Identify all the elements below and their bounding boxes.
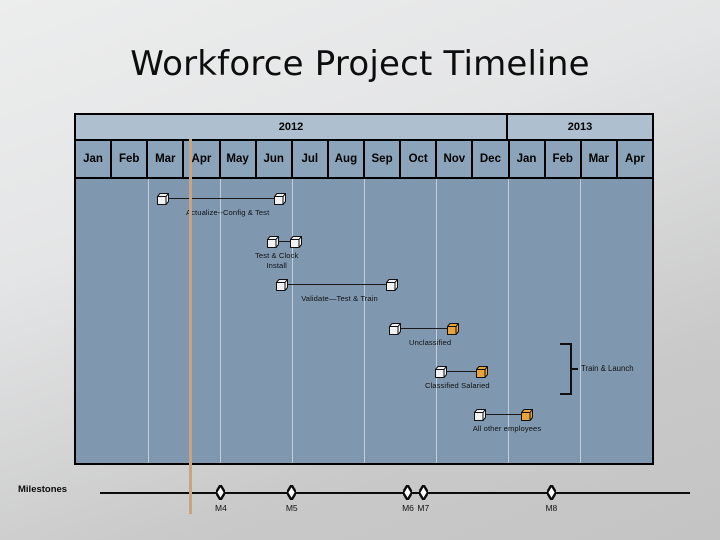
task-label: Test & Clock Install [255,251,299,270]
month-label: Feb [118,153,140,165]
gantt-task-bar[interactable] [435,365,488,379]
month-label: Apr [191,153,212,165]
task-start-cube-icon [389,323,402,335]
month-header-cell: Dec [473,141,510,179]
gridline [220,179,221,463]
task-label: Classified Salaried [424,381,490,390]
milestone-diamond-icon[interactable] [418,485,428,500]
task-start-cube-icon [266,236,279,248]
month-header-cell: Jan [76,141,113,179]
year-label: 2012 [278,121,304,133]
task-label: Unclassified [409,338,452,347]
month-header-cell: Jul [292,141,329,179]
gantt-task-bar[interactable] [275,278,398,292]
year-header-cell: 2012 [76,115,508,141]
year-header-cell: 2013 [508,115,652,141]
task-start-cube-icon [435,366,448,378]
milestone-label: M5 [285,503,298,513]
milestone-label: M4 [215,503,227,513]
month-label: May [226,153,249,165]
bracket-arm-top [560,343,572,345]
year-label: 2013 [567,121,593,133]
month-header-cell: Feb [545,141,582,179]
task-bar-connector [164,198,279,199]
task-label: All other employees [472,424,542,433]
month-label: Feb [552,153,573,165]
month-label: Apr [625,153,645,165]
month-header-cell: Mar [148,141,185,179]
year-header-row: 2012 2013 [76,115,652,141]
bracket-arm-middle [571,368,578,370]
task-end-cube-icon [290,236,303,248]
task-label: Actualize--Config & Test [186,208,270,217]
bracket-annotation [560,343,580,395]
gantt-task-bar[interactable] [157,192,286,206]
slide-canvas: Workforce Project Timeline 2012 2013 Jan F… [0,0,720,540]
month-header-cell: Mar [581,141,618,179]
milestone-label: M8 [545,503,558,513]
month-header-cell: May [220,141,257,179]
month-label: Jan [83,153,103,165]
today-marker-line [189,139,192,514]
month-label: Jul [301,153,319,165]
month-label: Jun [263,153,284,165]
task-end-cube-icon [520,409,533,421]
month-header-row: Jan Feb Mar Apr May Jun Jul Aug Sep Oct Nov Dec Jan F… [76,141,652,179]
gridline [148,179,149,463]
milestones-row-label: Milestones [18,484,68,495]
month-label: Oct [408,153,428,165]
task-end-cube-icon [446,323,459,335]
milestone-diamond-icon[interactable] [216,485,226,500]
bracket-annotation-label: Train & Launch [581,364,634,373]
gantt-task-bar[interactable] [389,322,459,336]
month-header-cell: Feb [112,141,149,179]
gantt-task-bar[interactable] [473,408,533,422]
task-label: Validate—Test & Train [301,294,378,303]
milestone-diamond-icon[interactable] [403,485,413,500]
month-header-cell: Jun [256,141,293,179]
month-header-cell: Sep [365,141,402,179]
task-start-cube-icon [473,409,486,421]
milestone-diamond-icon[interactable] [546,485,556,500]
page-title: Workforce Project Timeline [130,44,590,84]
task-start-cube-icon [157,193,169,205]
task-bar-connector [396,328,452,329]
month-header-cell: Apr [617,141,652,179]
task-end-cube-icon [475,366,488,378]
month-header-cell: Aug [328,141,365,179]
task-end-cube-icon [385,279,398,291]
month-label: Jan [516,153,537,165]
gantt-plot-area: Actualize--Config & Test Test & Clock Inst… [76,179,652,463]
month-header-cell: Oct [401,141,438,179]
bracket-arm-bottom [560,393,572,395]
month-label: Mar [155,153,176,165]
gridline [364,179,365,463]
month-header-cell: Jan [509,141,546,179]
month-label: Aug [334,153,358,165]
gridline [580,179,581,463]
month-label: Sep [371,153,393,165]
task-start-cube-icon [275,279,288,291]
gantt-chart: 2012 2013 Jan Feb Mar Apr May Jun Jul Aug Sep Oct N… [74,113,654,465]
month-header-cell: Nov [437,141,474,179]
milestone-label: M7 [417,503,430,513]
milestone-diamond-icon[interactable] [287,485,297,500]
month-label: Mar [588,153,610,165]
month-label: Dec [479,153,501,165]
task-end-cube-icon [274,193,286,205]
task-bar-connector [282,284,391,285]
gridline [436,179,437,463]
month-label: Nov [443,153,466,165]
gantt-task-bar[interactable] [266,235,303,249]
task-bar-connector [480,414,526,415]
gridline [292,179,293,463]
